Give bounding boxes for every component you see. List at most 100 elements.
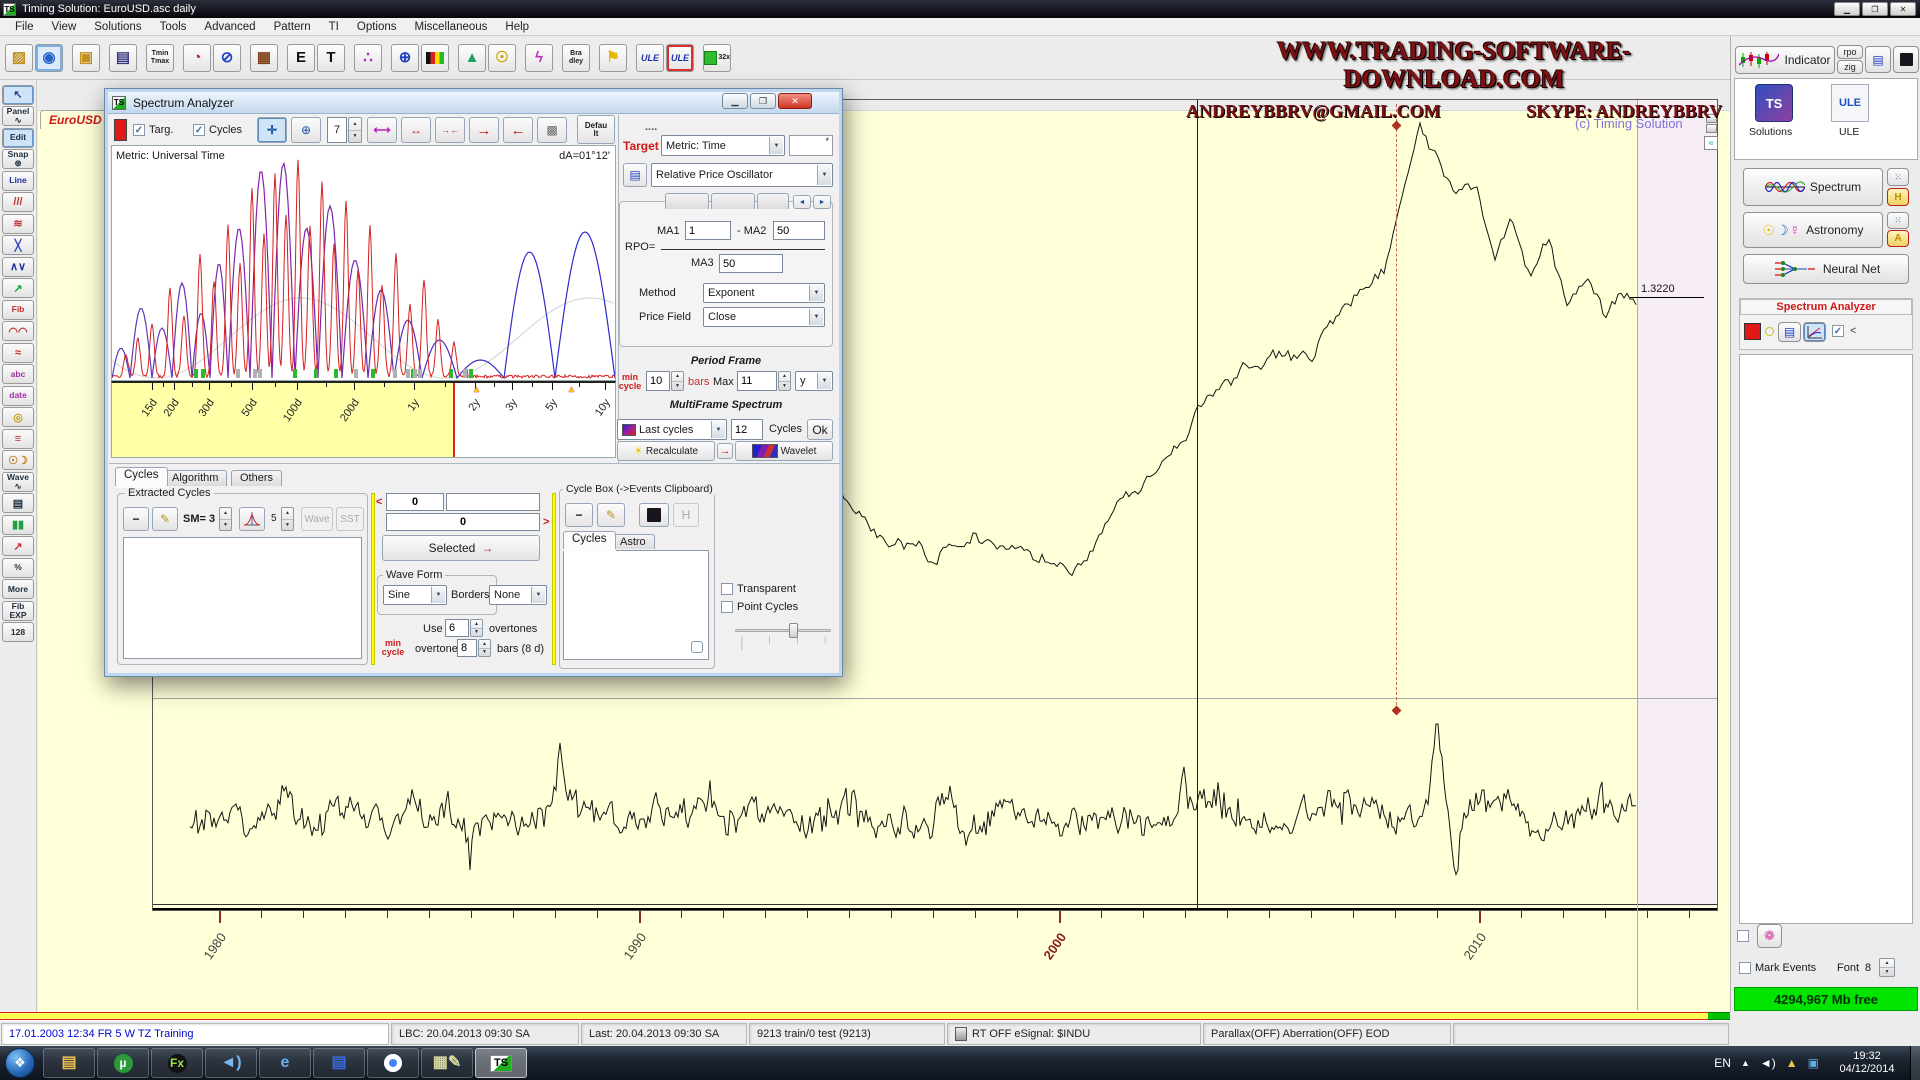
show-desktop-button[interactable] [1910, 1046, 1920, 1080]
targ-checkbox[interactable] [133, 124, 145, 136]
rpo-tab-3[interactable] [757, 193, 789, 209]
cycle-box-tab-cycles[interactable]: Cycles [563, 531, 616, 549]
tool-wave[interactable]: Wave ∿ [2, 472, 34, 492]
max-input[interactable] [737, 371, 777, 391]
menu-item-tools[interactable]: Tools [151, 19, 196, 35]
remove-cycle-button[interactable]: − [123, 507, 149, 531]
tab-algorithm[interactable]: Algorithm [163, 470, 227, 486]
maximize-button[interactable]: ❒ [1862, 2, 1888, 16]
taskbar-app-volume[interactable]: ◄) [205, 1048, 257, 1078]
wave-button[interactable]: Wave [301, 507, 333, 531]
range-extra-input[interactable] [446, 493, 540, 511]
toolbar-dots[interactable]: .... [645, 121, 657, 133]
cycle-box-save-button[interactable] [639, 503, 669, 527]
chart-window-button[interactable]: ▤ [1865, 46, 1891, 73]
tool-more[interactable]: More [2, 579, 34, 599]
tool-hatch[interactable]: ≋ [2, 214, 34, 234]
clock-button[interactable]: ◔ [183, 44, 211, 72]
tool-abc[interactable]: abc [2, 364, 34, 384]
sa-checkbox[interactable] [1832, 325, 1844, 337]
ma1-input[interactable] [685, 221, 731, 240]
tool-zigzag[interactable]: ∧∨ [2, 257, 34, 277]
spectrum-button[interactable]: Spectrum [1743, 168, 1883, 206]
overtones-input[interactable] [445, 619, 469, 637]
sa-line-button[interactable] [1803, 322, 1826, 342]
e-model-button[interactable]: E [287, 44, 315, 72]
rpo-button[interactable]: rpo [1837, 45, 1863, 59]
cycle-color-swatch[interactable] [1765, 327, 1774, 336]
tool-candles[interactable]: ▮▮ [2, 515, 34, 535]
opacity-slider[interactable] [735, 629, 831, 632]
hidden-icons-button[interactable]: ▲ [1741, 1058, 1750, 1068]
taskbar-app-internet-explorer[interactable]: e [259, 1048, 311, 1078]
extracted-cycles-list[interactable] [123, 537, 362, 659]
cycle-box-tab-astro[interactable]: Astro [611, 534, 655, 549]
taskbar-app-backup64[interactable]: ▤ [313, 1048, 365, 1078]
target-color-swatch[interactable] [1744, 323, 1761, 340]
gdrive-icon[interactable]: ▲ [1786, 1056, 1798, 1070]
tool-fan-lines[interactable]: /// [2, 192, 34, 212]
sst-button[interactable]: SST [336, 507, 364, 531]
cycle-box-h-button[interactable]: H [673, 503, 699, 527]
ule-open-button[interactable]: ULE [636, 44, 664, 72]
borders-dropdown[interactable]: None [489, 585, 547, 605]
indicator-button[interactable]: Indicator [1735, 46, 1835, 74]
mark-events-checkbox[interactable] [1739, 962, 1751, 974]
bell-curve-button[interactable] [239, 507, 265, 531]
tool-shapes[interactable]: ◎ [2, 407, 34, 427]
zoom-32x-button[interactable]: 32x [703, 44, 731, 72]
dialog-maximize-button[interactable]: ❒ [750, 93, 776, 109]
chart-mini-button-1[interactable] [1706, 114, 1717, 123]
wavelet-button[interactable]: Wavelet [735, 441, 833, 461]
tool-percent[interactable]: % [2, 558, 34, 578]
rpo-tab-2[interactable] [711, 193, 755, 209]
count-spinner[interactable]: ▲▼ [281, 507, 294, 531]
metric-dropdown[interactable]: Metric: Time [661, 135, 785, 156]
neural-net-button[interactable]: Neural Net [1743, 254, 1909, 284]
globe-button[interactable]: ⊘ [213, 44, 241, 72]
t-model-button[interactable]: T [317, 44, 345, 72]
overtone-spinner[interactable]: ▲▼ [478, 639, 491, 657]
min-cycle-input[interactable] [646, 371, 670, 391]
sun-button[interactable]: ☉ [488, 44, 516, 72]
transfer-arrow-button[interactable]: → [717, 443, 733, 459]
menu-item-miscellaneous[interactable]: Miscellaneous [406, 19, 497, 35]
tool-trend-arrow[interactable]: ↗ [2, 536, 34, 556]
cycles-list[interactable] [1739, 354, 1913, 924]
tool-levels[interactable]: ≡ [2, 429, 34, 449]
full-span-button[interactable]: ⟷ [367, 117, 397, 143]
max-unit-dropdown[interactable]: y [795, 371, 833, 391]
transparent-checkbox[interactable] [721, 583, 733, 595]
erase-cycle-button[interactable]: ✎ [152, 507, 178, 531]
tool-line[interactable]: Line [2, 171, 34, 191]
taskbar-app-utorrent[interactable]: µ [97, 1048, 149, 1078]
tool-planets[interactable]: ☉☽ [2, 450, 34, 470]
scatter-button[interactable]: ∴ [354, 44, 382, 72]
cycles-checkbox[interactable] [193, 124, 205, 136]
mountains-button[interactable]: ▲ [458, 44, 486, 72]
cycle-box-erase-button[interactable]: ✎ [597, 503, 625, 527]
tool-fib-exp[interactable]: Fib EXP [2, 601, 34, 621]
testing-interval-strip[interactable] [1708, 1012, 1730, 1020]
spectrum-h-button[interactable]: H [1887, 188, 1909, 206]
flower-button[interactable]: ❁ [1757, 924, 1782, 948]
zoom-in-button[interactable]: ⊕ [291, 117, 321, 143]
contract-button[interactable]: →← [435, 117, 465, 143]
method-dropdown[interactable]: Exponent [703, 283, 825, 303]
tool-pointer[interactable]: ↖ [2, 85, 34, 105]
tool-date[interactable]: date [2, 386, 34, 406]
octave-input[interactable]: 7 [327, 117, 347, 143]
clock[interactable]: 19:32 04/12/2014 [1830, 1050, 1904, 1076]
overtones-spinner[interactable]: ▲▼ [470, 619, 483, 637]
overtone-input[interactable] [457, 639, 477, 657]
flower-checkbox[interactable] [1737, 930, 1749, 942]
screen-button[interactable]: ▤ [109, 44, 137, 72]
ma3-input[interactable] [719, 254, 783, 273]
point-cycles-checkbox[interactable] [721, 601, 733, 613]
tool-zigzag-small[interactable]: ≈ [2, 343, 34, 363]
solutions-icon[interactable]: TS [1755, 84, 1793, 122]
zig-button[interactable]: zig [1837, 60, 1863, 74]
taskbar-app-notepad[interactable]: ▦✎ [421, 1048, 473, 1078]
tab-cycles[interactable]: Cycles [115, 467, 168, 486]
save-button[interactable] [1893, 46, 1919, 73]
